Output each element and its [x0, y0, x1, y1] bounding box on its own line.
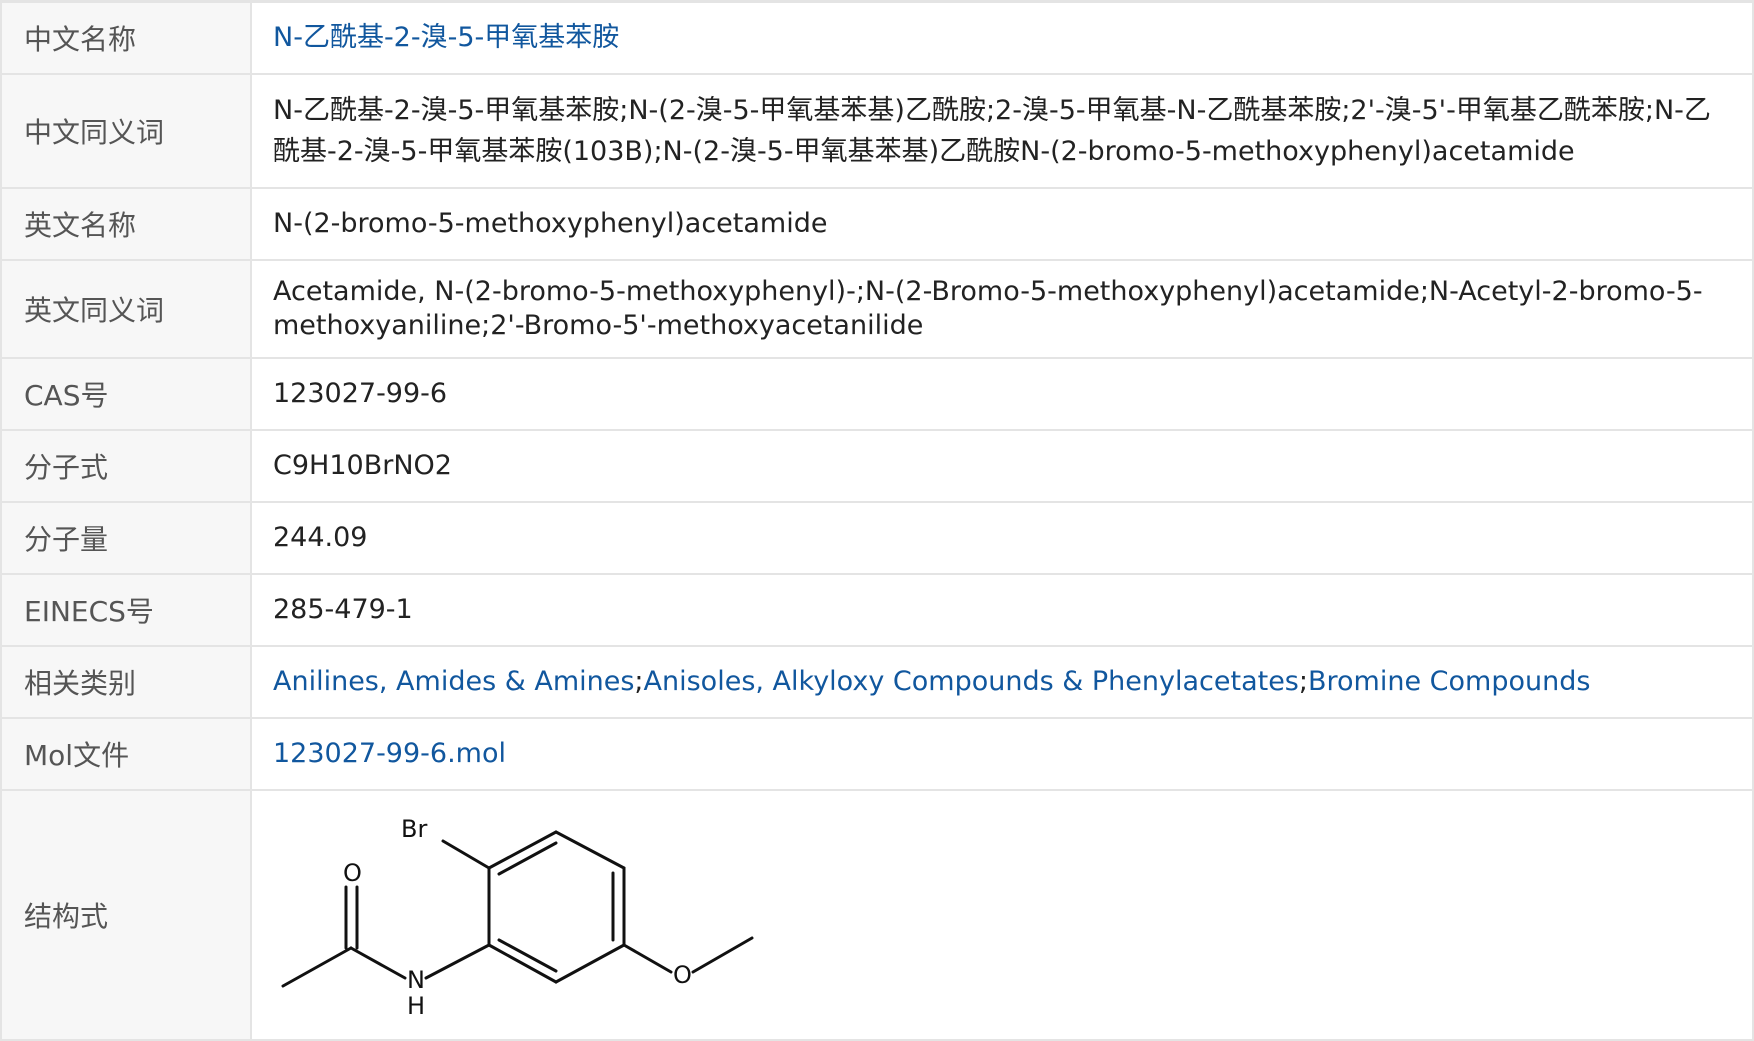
- row-cas: CAS号 123027-99-6: [0, 356, 1754, 431]
- row-en-name: 英文名称 N-(2-bromo-5-methoxyphenyl)acetamid…: [0, 186, 1754, 261]
- category-separator: ;: [634, 666, 644, 697]
- formula-value: C9H10BrNO2: [250, 428, 1754, 503]
- cas-label: CAS号: [0, 356, 252, 431]
- cn-name-label: 中文名称: [0, 0, 252, 75]
- einecs-value: 285-479-1: [250, 572, 1754, 647]
- mw-value: 244.09: [250, 500, 1754, 575]
- structure-atom-labels: Br O N H O: [343, 815, 692, 1020]
- atom-label-h: H: [407, 992, 425, 1020]
- row-formula: 分子式 C9H10BrNO2: [0, 428, 1754, 503]
- en-synonyms-label: 英文同义词: [0, 258, 252, 359]
- en-name-value: N-(2-bromo-5-methoxyphenyl)acetamide: [250, 186, 1754, 261]
- cn-synonyms-value: N-乙酰基-2-溴-5-甲氧基苯胺;N-(2-溴-5-甲氧基苯基)乙酰胺;2-溴…: [250, 72, 1754, 189]
- cn-name-link[interactable]: N-乙酰基-2-溴-5-甲氧基苯胺: [273, 22, 619, 53]
- categories-label: 相关类别: [0, 644, 252, 719]
- atom-label-o-ether: O: [673, 961, 692, 989]
- row-mw: 分子量 244.09: [0, 500, 1754, 575]
- row-einecs: EINECS号 285-479-1: [0, 572, 1754, 647]
- row-cn-name: 中文名称 N-乙酰基-2-溴-5-甲氧基苯胺: [0, 0, 1754, 75]
- atom-label-o-carbonyl: O: [343, 859, 362, 887]
- row-categories: 相关类别 Anilines, Amides & Amines;Anisoles,…: [0, 644, 1754, 719]
- row-en-synonyms: 英文同义词 Acetamide, N-(2-bromo-5-methoxyphe…: [0, 258, 1754, 359]
- formula-label: 分子式: [0, 428, 252, 503]
- mw-label: 分子量: [0, 500, 252, 575]
- en-synonyms-value: Acetamide, N-(2-bromo-5-methoxyphenyl)-;…: [250, 258, 1754, 359]
- cas-value: 123027-99-6: [250, 356, 1754, 431]
- structure-image: Br O N H O: [281, 815, 754, 1020]
- category-separator: ;: [1298, 666, 1308, 697]
- atom-label-n: N: [407, 966, 425, 994]
- category-link-bromine[interactable]: Bromine Compounds: [1308, 666, 1590, 697]
- cn-synonyms-label: 中文同义词: [0, 72, 252, 189]
- category-link-anilines[interactable]: Anilines, Amides & Amines: [273, 666, 634, 697]
- category-link-anisoles[interactable]: Anisoles, Alkyloxy Compounds & Phenylace…: [644, 666, 1299, 697]
- row-structure: 结构式 Br O N H O: [0, 788, 1754, 1041]
- structure-cell: Br O N H O: [250, 788, 1754, 1041]
- en-name-label: 英文名称: [0, 186, 252, 261]
- mol-file-link[interactable]: 123027-99-6.mol: [273, 738, 506, 769]
- einecs-label: EINECS号: [0, 572, 252, 647]
- row-mol-file: Mol文件 123027-99-6.mol: [0, 716, 1754, 791]
- atom-label-br: Br: [401, 815, 427, 843]
- row-cn-synonyms: 中文同义词 N-乙酰基-2-溴-5-甲氧基苯胺;N-(2-溴-5-甲氧基苯基)乙…: [0, 72, 1754, 189]
- product-info-table: 中文名称 N-乙酰基-2-溴-5-甲氧基苯胺 中文同义词 N-乙酰基-2-溴-5…: [0, 0, 1754, 1041]
- structure-label: 结构式: [0, 788, 252, 1041]
- mol-file-label: Mol文件: [0, 716, 252, 791]
- categories-value: Anilines, Amides & Amines;Anisoles, Alky…: [250, 644, 1754, 719]
